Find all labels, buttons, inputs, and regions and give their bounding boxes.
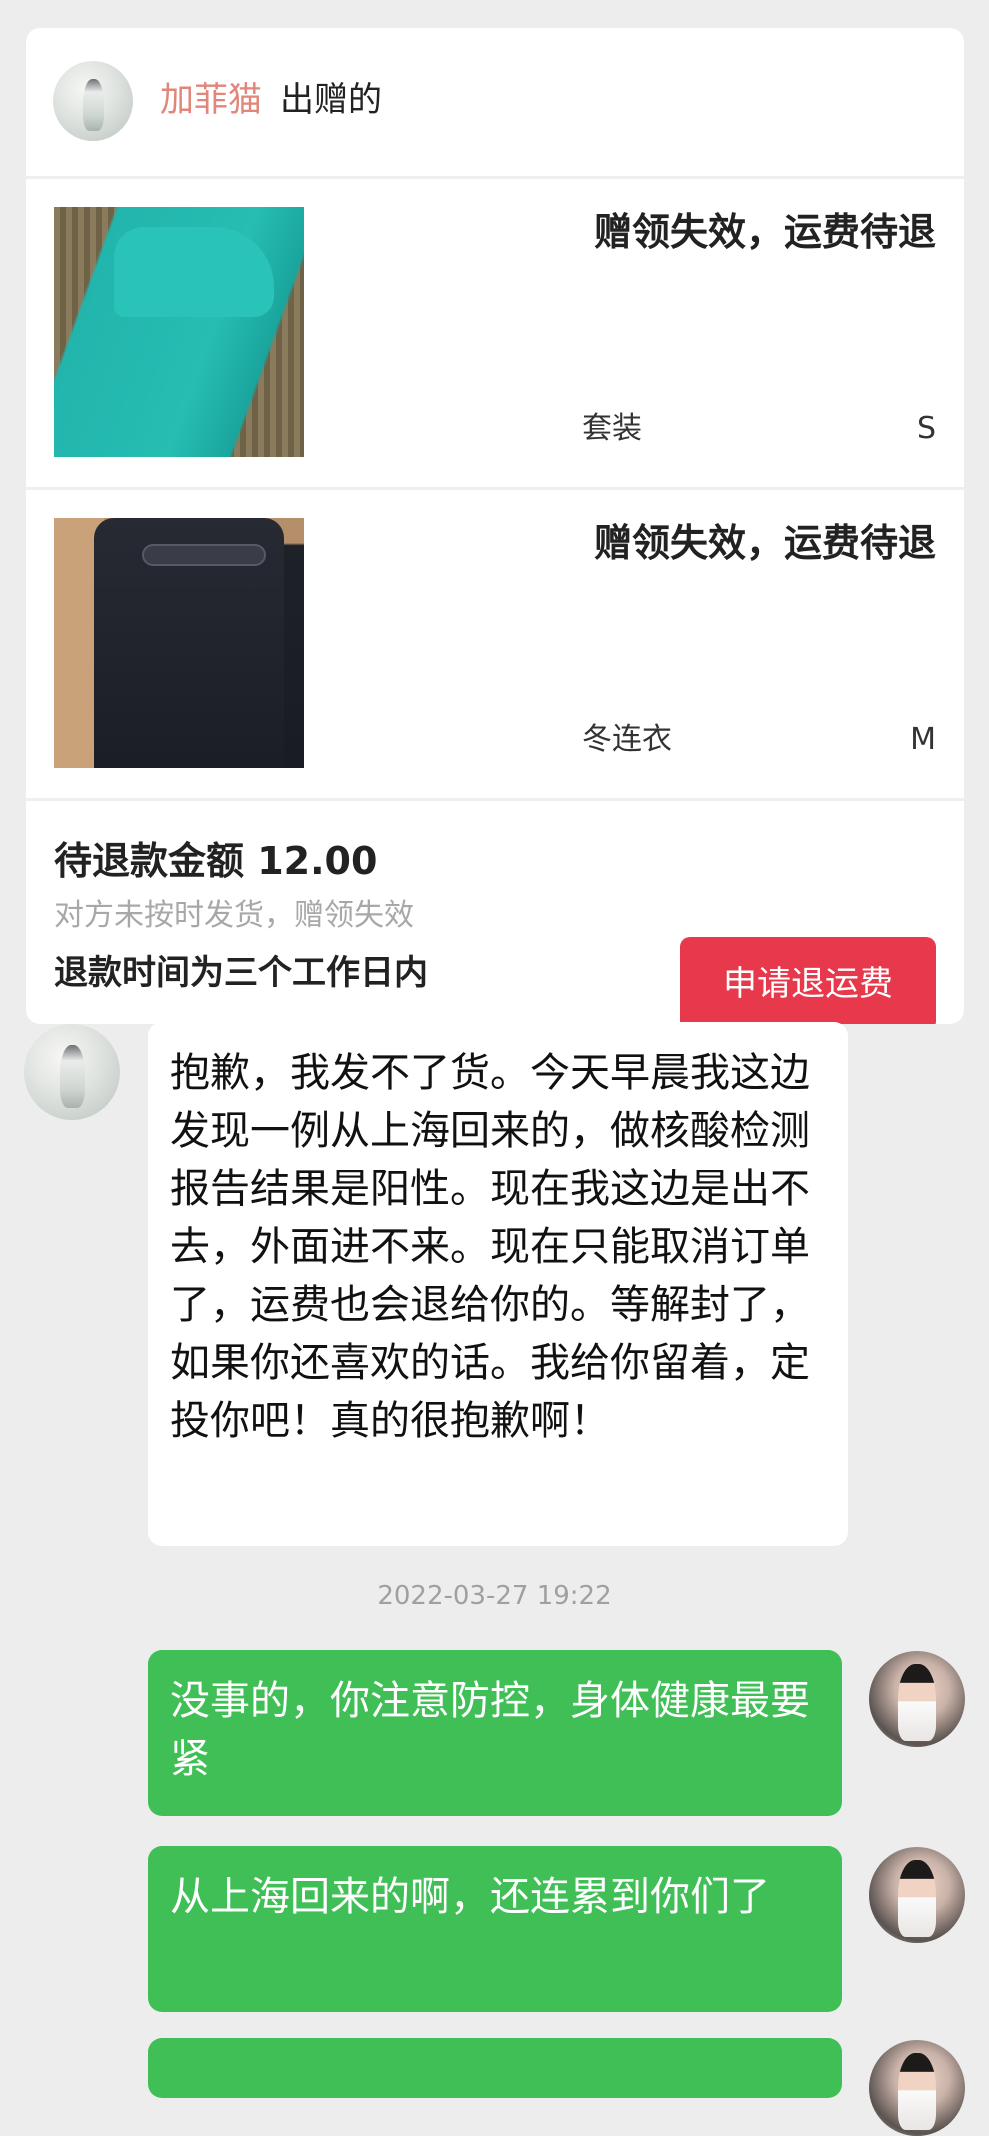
item-size: S	[916, 411, 936, 446]
message-bubble-outgoing[interactable]: 从上海回来的啊，还连累到你们了	[148, 1846, 842, 2012]
my-chat-avatar[interactable]	[869, 1651, 965, 1747]
message-bubble-incoming[interactable]: 抱歉，我发不了货。今天早晨我这边发现一例从上海回来的，做核酸检测报告结果是阳性。…	[148, 1022, 848, 1546]
header-suffix: 出赠的	[280, 80, 382, 120]
my-chat-avatar[interactable]	[869, 2040, 965, 2136]
item-status: 赠领失效，运费待退	[593, 521, 936, 565]
seller-chat-avatar[interactable]	[24, 1024, 120, 1120]
order-item[interactable]: 赠领失效，运费待退 冬连衣 M	[26, 490, 964, 796]
item-size: M	[910, 722, 936, 757]
apply-refund-shipping-button[interactable]: 申请退运费	[680, 937, 936, 1024]
order-item[interactable]: 赠领失效，运费待退 套装 S	[26, 179, 964, 485]
seller-avatar[interactable]	[53, 61, 133, 141]
message-bubble-outgoing-partial[interactable]	[148, 2038, 842, 2098]
my-chat-avatar[interactable]	[869, 1847, 965, 1943]
refund-time-note: 退款时间为三个工作日内	[54, 953, 428, 993]
item-name: 套装	[582, 411, 642, 446]
item-status: 赠领失效，运费待退	[593, 210, 936, 254]
refund-reason: 对方未按时发货，赠领失效	[54, 898, 414, 933]
order-header: 加菲猫 出赠的	[26, 28, 964, 176]
refund-footer: 待退款金额 12.00 对方未按时发货，赠领失效 退款时间为三个工作日内 申请退…	[26, 800, 964, 1024]
message-timestamp: 2022-03-27 19:22	[377, 1581, 612, 1611]
order-card: 加菲猫 出赠的 赠领失效，运费待退 套装 S 赠领失效，运费待退 冬连衣 M 待…	[26, 28, 964, 1024]
item-name: 冬连衣	[582, 722, 672, 757]
item-thumbnail[interactable]	[54, 518, 304, 768]
refund-amount: 待退款金额 12.00	[54, 839, 378, 883]
item-thumbnail[interactable]	[54, 207, 304, 457]
seller-name[interactable]: 加菲猫	[160, 78, 262, 122]
message-bubble-outgoing[interactable]: 没事的，你注意防控，身体健康最要紧	[148, 1650, 842, 1816]
